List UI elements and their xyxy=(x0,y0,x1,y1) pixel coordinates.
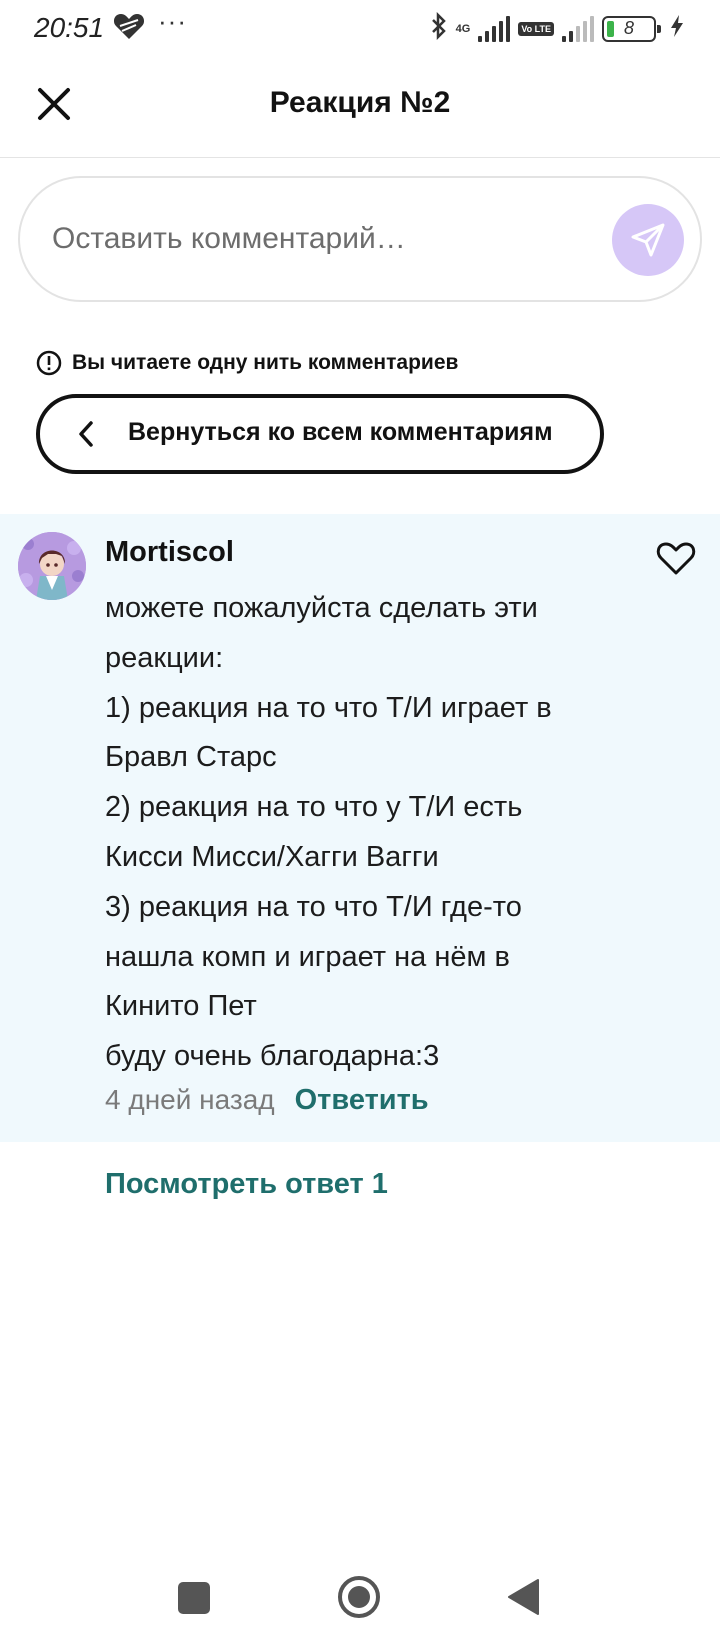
page-title: Реакция №2 xyxy=(269,86,451,119)
avatar[interactable] xyxy=(18,532,86,600)
recents-button[interactable] xyxy=(178,1582,210,1614)
system-nav-bar xyxy=(0,1560,720,1650)
status-bar: 20:51 ··· 4G Vo LTE 8 xyxy=(0,0,720,56)
comment-line: реакции: xyxy=(105,641,224,674)
comment-author[interactable]: Mortiscol xyxy=(105,536,234,569)
charging-icon xyxy=(670,14,684,43)
comment-text: можете пожалуйста сделать эти реакции: 1… xyxy=(105,584,625,1082)
thread-notice: Вы читаете одну нить комментариев xyxy=(36,350,458,376)
back-triangle-button[interactable] xyxy=(506,1578,540,1616)
back-to-all-comments-button[interactable]: Вернуться ко всем комментариям xyxy=(36,394,604,474)
reply-button[interactable]: Ответить xyxy=(295,1084,429,1117)
back-button-label: Вернуться ко всем комментариям xyxy=(128,418,553,446)
status-dots: ··· xyxy=(158,6,187,36)
info-icon xyxy=(36,350,62,376)
comment-box xyxy=(18,176,702,302)
comment-line: буду очень благодарна:3 xyxy=(105,1040,440,1073)
comment-meta: 4 дней назад Ответить xyxy=(105,1084,429,1117)
battery-level: 8 xyxy=(623,18,634,38)
comment-input[interactable] xyxy=(52,214,572,264)
comment-line: 3) реакция на то что Т/И где-то xyxy=(105,890,522,923)
comment-card: Mortiscol можете пожалуйста сделать эти … xyxy=(0,514,720,1142)
status-time: 20:51 xyxy=(34,12,105,43)
comment-line: нашла комп и играет на нём в xyxy=(105,940,510,973)
view-replies-link[interactable]: Посмотреть ответ 1 xyxy=(105,1168,388,1201)
heart-icon xyxy=(113,12,145,45)
send-button[interactable] xyxy=(612,204,684,276)
comment-line: 1) реакция на то что Т/И играет в xyxy=(105,691,552,724)
signal-icon xyxy=(478,15,511,42)
comment-line: Кисси Мисси/Хагги Вагги xyxy=(105,840,439,873)
comment-timestamp: 4 дней назад xyxy=(105,1084,275,1115)
network-type-label: 4G xyxy=(455,22,471,35)
comment-line: Кинито Пет xyxy=(105,990,257,1023)
comment-line: Бравл Старс xyxy=(105,741,277,774)
comment-line: можете пожалуйста сделать эти xyxy=(105,592,538,624)
battery-icon: 8 xyxy=(602,15,661,42)
send-icon xyxy=(631,223,665,257)
heart-outline-icon xyxy=(656,542,696,575)
header: Реакция №2 xyxy=(0,56,720,158)
volte-badge: Vo LTE xyxy=(518,21,554,36)
signal-secondary-icon xyxy=(562,15,594,42)
bluetooth-icon xyxy=(430,11,448,45)
thread-notice-text: Вы читаете одну нить комментариев xyxy=(72,351,459,374)
comment-line: 2) реакция на то что у Т/И есть xyxy=(105,791,523,824)
chevron-left-icon xyxy=(79,421,93,447)
home-button[interactable] xyxy=(336,1574,382,1620)
like-button[interactable] xyxy=(656,540,696,576)
